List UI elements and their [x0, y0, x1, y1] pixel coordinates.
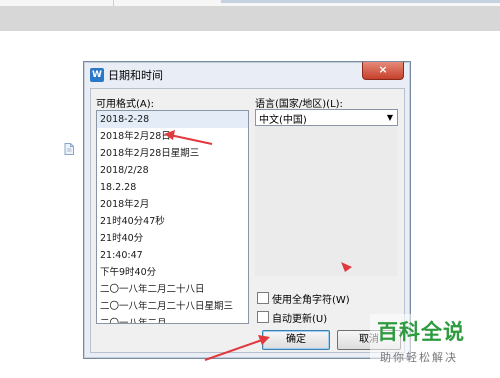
fullwidth-label: 使用全角字符(W)	[272, 295, 350, 306]
toolbar-tab-highlight	[221, 0, 500, 3]
chevron-down-icon: ▼	[386, 113, 393, 122]
ruler-area	[0, 6, 500, 31]
dialog-title: 日期和时间	[108, 69, 163, 82]
language-select[interactable]: 中文(中国) ▼	[255, 109, 398, 126]
wps-writer-icon: W	[90, 68, 104, 82]
watermark-title: 百科全说	[377, 320, 465, 344]
format-item[interactable]: 21时40分	[97, 230, 248, 247]
format-item[interactable]: 2018-2-28	[97, 111, 248, 128]
language-label: 语言(国家/地区)(L):	[255, 99, 343, 110]
watermark: 百科全说 助你轻松解决	[370, 314, 500, 378]
date-time-dialog: W 日期和时间 × 可用格式(A): 2018-2-28 2018年2月28日 …	[83, 61, 411, 359]
ok-button[interactable]: 确定	[262, 330, 330, 350]
format-item[interactable]: 二〇一八年二月	[97, 315, 248, 323]
formats-listbox[interactable]: 2018-2-28 2018年2月28日 2018年2月28日星期三 2018/…	[96, 110, 249, 324]
format-item[interactable]: 2018年2月	[97, 196, 248, 213]
fullwidth-checkbox[interactable]	[257, 292, 269, 304]
autoupdate-label: 自动更新(U)	[272, 314, 328, 325]
format-item[interactable]: 下午9时40分	[97, 264, 248, 281]
format-item[interactable]: 二〇一八年二月二十八日星期三	[97, 298, 248, 315]
format-item[interactable]: 2018/2/28	[97, 162, 248, 179]
watermark-subtitle: 助你轻松解决	[380, 351, 458, 364]
format-item[interactable]: 2018年2月28日星期三	[97, 145, 248, 162]
format-item[interactable]: 21:40:47	[97, 247, 248, 264]
dialog-content: 可用格式(A): 2018-2-28 2018年2月28日 2018年2月28日…	[90, 88, 405, 353]
format-item[interactable]: 21时40分47秒	[97, 213, 248, 230]
document-icon	[64, 143, 74, 155]
language-panel	[255, 126, 397, 276]
format-item[interactable]: 18.2.28	[97, 179, 248, 196]
close-button[interactable]: ×	[362, 62, 404, 80]
format-item[interactable]: 2018年2月28日	[97, 128, 248, 145]
language-value: 中文(中国)	[259, 115, 307, 126]
formats-label: 可用格式(A):	[96, 99, 155, 110]
autoupdate-checkbox[interactable]	[257, 311, 269, 323]
dialog-titlebar[interactable]: W 日期和时间 ×	[84, 62, 410, 87]
format-item[interactable]: 二〇一八年二月二十八日	[97, 281, 248, 298]
